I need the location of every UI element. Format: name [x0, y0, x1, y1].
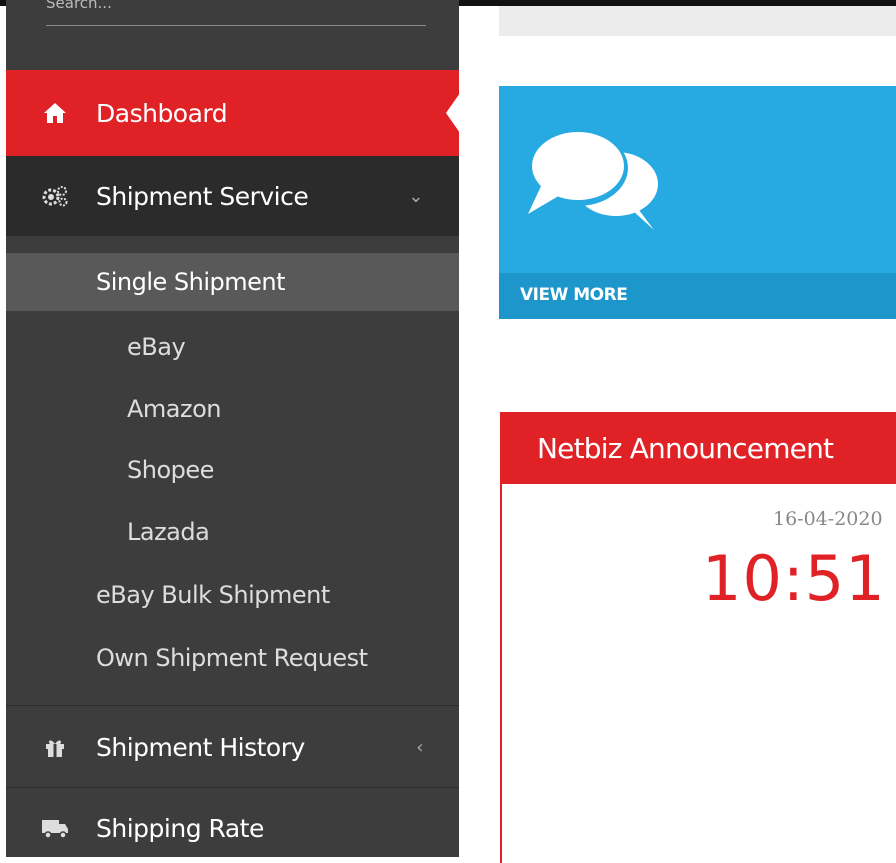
breadcrumb-bar [499, 6, 896, 36]
chevron-left-icon: ‹ [416, 736, 423, 758]
gears-icon [40, 181, 70, 211]
sidebar-item-shipment-service[interactable]: Shipment Service ⌄ [6, 156, 459, 236]
submenu-item-label: eBay Bulk Shipment [96, 581, 330, 609]
sidebar-item-label: Dashboard [96, 98, 228, 128]
view-more-link[interactable]: VIEW MORE [499, 273, 896, 319]
chevron-down-icon: ⌄ [408, 185, 423, 207]
sidebar-item-shipment-history[interactable]: Shipment History ‹ [6, 707, 459, 787]
submenu-item-own-shipment-request[interactable]: Own Shipment Request [6, 629, 459, 687]
shipment-service-submenu: Single Shipment eBay Amazon Shopee Lazad… [6, 236, 459, 706]
sidebar-item-shipping-rate[interactable]: Shipping Rate [6, 788, 459, 857]
search-input[interactable]: Search... [46, 0, 426, 10]
submenu-item-ebay[interactable]: eBay [6, 318, 459, 376]
submenu-item-label: Own Shipment Request [96, 644, 368, 672]
submenu-item-label: Shopee [127, 456, 214, 484]
sidebar-item-label: Shipment Service [96, 181, 309, 211]
gift-icon [40, 732, 70, 762]
comments-icon [524, 122, 664, 236]
submenu-item-single-shipment[interactable]: Single Shipment [6, 253, 459, 311]
submenu-item-label: Single Shipment [96, 268, 286, 296]
submenu-item-ebay-bulk-shipment[interactable]: eBay Bulk Shipment [6, 566, 459, 624]
sidebar-item-dashboard[interactable]: Dashboard [6, 70, 459, 156]
divider [6, 705, 459, 706]
messages-tile[interactable]: VIEW MORE [499, 86, 896, 319]
announcement-title: Netbiz Announcement [537, 432, 834, 465]
announcement-date: 16-04-2020 [773, 508, 883, 530]
main-content: VIEW MORE Netbiz Announcement 16-04-2020… [459, 6, 896, 863]
submenu-item-label: Amazon [127, 395, 222, 423]
home-icon [40, 98, 70, 128]
submenu-item-label: Lazada [127, 518, 210, 546]
truck-icon [40, 813, 70, 843]
sidebar: Search... Dashboard Shipment Service ⌄ S… [6, 0, 459, 857]
announcement-header: Netbiz Announcement [502, 412, 896, 484]
submenu-item-amazon[interactable]: Amazon [6, 380, 459, 438]
submenu-item-shopee[interactable]: Shopee [6, 441, 459, 499]
submenu-item-label: eBay [127, 333, 186, 361]
sidebar-item-label: Shipping Rate [96, 813, 264, 843]
view-more-label: VIEW MORE [520, 285, 628, 305]
submenu-item-lazada[interactable]: Lazada [6, 503, 459, 561]
announcement-time: 10:51 [702, 542, 886, 615]
announcement-panel: Netbiz Announcement 16-04-2020 10:51 [500, 412, 896, 863]
sidebar-item-label: Shipment History [96, 732, 305, 762]
search-underline [46, 25, 426, 26]
